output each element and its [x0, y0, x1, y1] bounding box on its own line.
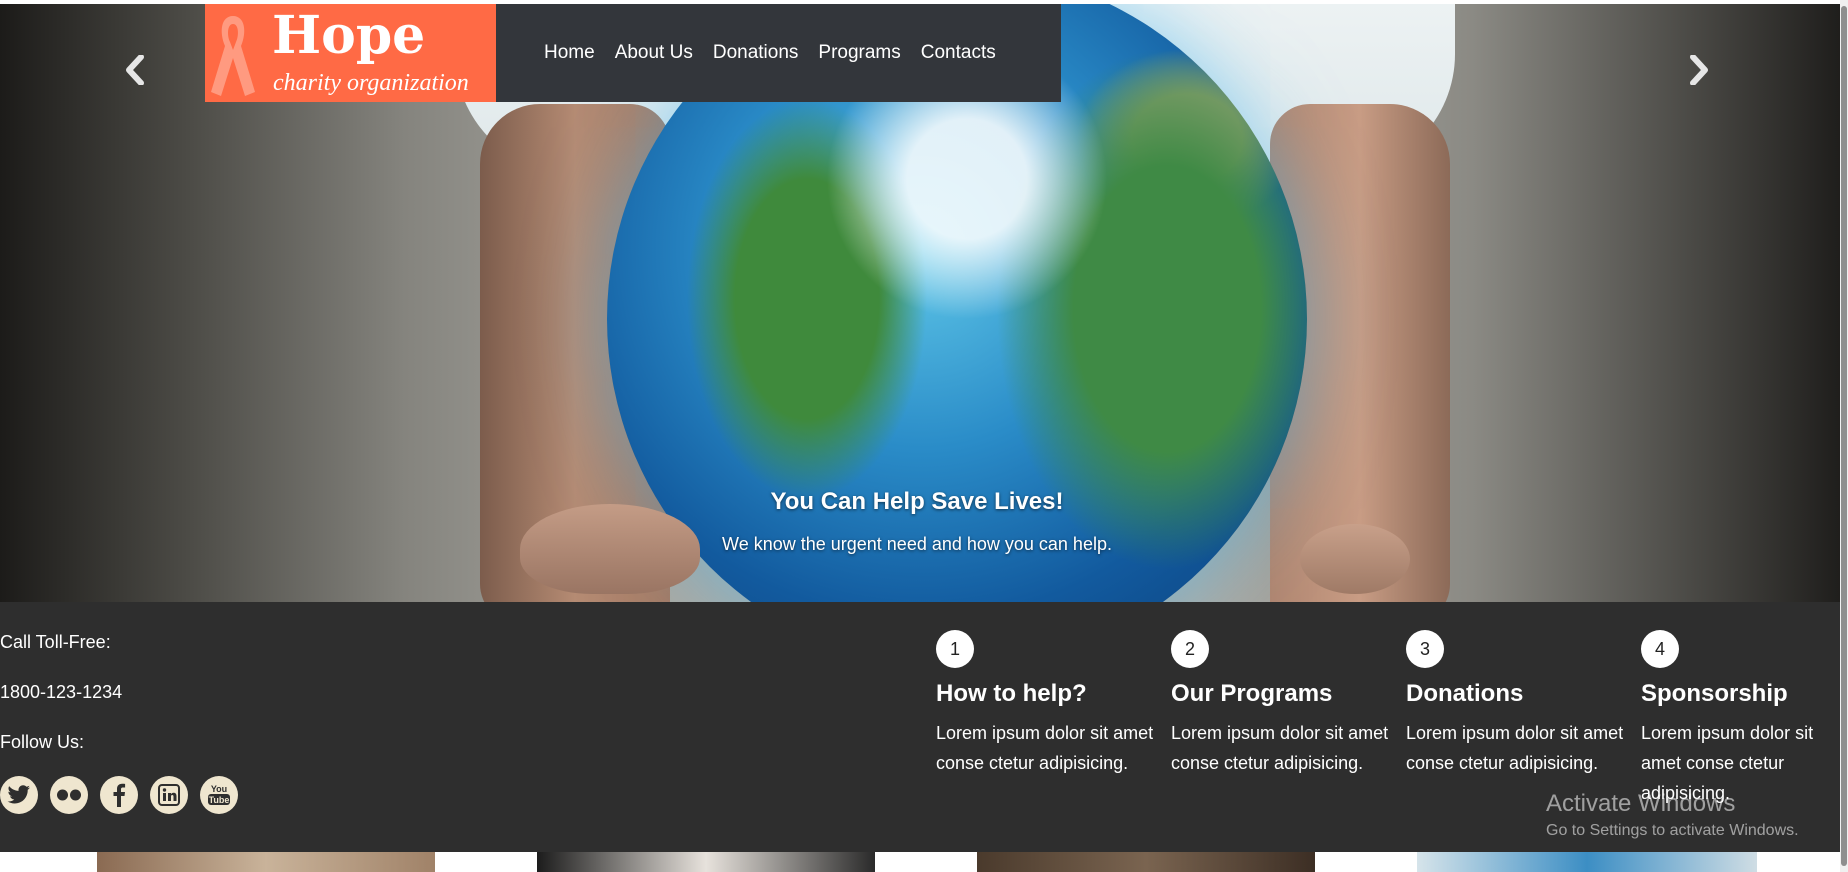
facebook-icon[interactable] [100, 776, 138, 814]
twitter-icon[interactable] [0, 776, 38, 814]
chevron-right-icon [1690, 54, 1708, 86]
scrollbar-thumb[interactable] [1841, 6, 1847, 866]
page-scrollbar[interactable] [1840, 0, 1848, 872]
feature-number: 1 [936, 630, 974, 668]
gallery-thumbnail[interactable] [977, 852, 1315, 872]
gallery-thumbnail[interactable] [1417, 852, 1757, 872]
feature-title[interactable]: Donations [1406, 680, 1626, 708]
carousel-next-button[interactable] [1684, 50, 1714, 90]
feature-number: 4 [1641, 630, 1679, 668]
feature-sponsorship: 4 Sponsorship Lorem ipsum dolor sit amet… [1641, 630, 1837, 808]
nav-item-home[interactable]: Home [544, 42, 595, 64]
hero-caption: You Can Help Save Lives! We know the urg… [0, 488, 1834, 555]
awareness-ribbon-icon [211, 16, 255, 96]
site-logo[interactable]: Hope charity organization [205, 4, 496, 102]
toll-free-label: Call Toll-Free: [0, 632, 111, 652]
logo-tagline: charity organization [273, 70, 469, 96]
feature-title[interactable]: How to help? [936, 680, 1156, 708]
flickr-icon[interactable] [50, 776, 88, 814]
main-nav: Home About Us Donations Programs Contact… [496, 4, 1061, 102]
nav-item-about-us[interactable]: About Us [615, 42, 693, 64]
feature-number: 3 [1406, 630, 1444, 668]
watermark-title: Activate Windows [1546, 790, 1736, 817]
linkedin-icon[interactable] [150, 776, 188, 814]
gallery-thumbnail[interactable] [537, 852, 875, 872]
feature-our-programs: 2 Our Programs Lorem ipsum dolor sit ame… [1171, 630, 1391, 778]
youtube-icon[interactable]: You Tube [200, 776, 238, 814]
feature-text: Lorem ipsum dolor sit amet conse ctetur … [936, 723, 1154, 773]
activate-windows-watermark: Activate Windows Go to Settings to activ… [1546, 790, 1799, 840]
nav-item-programs[interactable]: Programs [818, 42, 900, 64]
feature-text: Lorem ipsum dolor sit amet conse ctetur … [1406, 723, 1624, 773]
feature-text: Lorem ipsum dolor sit amet conse ctetur … [1171, 723, 1389, 773]
hero-title: You Can Help Save Lives! [770, 488, 1064, 515]
phone-number[interactable]: 1800-123-1234 [0, 682, 122, 703]
logo-name: Hope [272, 5, 426, 66]
svg-text:You: You [211, 784, 227, 794]
carousel-prev-button[interactable] [120, 50, 150, 90]
nav-item-donations[interactable]: Donations [713, 42, 799, 64]
feature-title[interactable]: Sponsorship [1641, 680, 1837, 708]
chevron-left-icon [126, 54, 144, 86]
watermark-subtitle: Go to Settings to activate Windows. [1546, 822, 1799, 839]
gallery-thumbnail[interactable] [97, 852, 435, 872]
nav-item-contacts[interactable]: Contacts [921, 42, 996, 64]
svg-text:Tube: Tube [209, 795, 230, 805]
social-links: You Tube [0, 776, 250, 814]
hero-subtitle: We know the urgent need and how you can … [722, 534, 1112, 554]
feature-how-to-help: 1 How to help? Lorem ipsum dolor sit ame… [936, 630, 1156, 778]
follow-label: Follow Us: [0, 732, 85, 752]
feature-donations: 3 Donations Lorem ipsum dolor sit amet c… [1406, 630, 1626, 778]
feature-title[interactable]: Our Programs [1171, 680, 1391, 708]
feature-number: 2 [1171, 630, 1209, 668]
